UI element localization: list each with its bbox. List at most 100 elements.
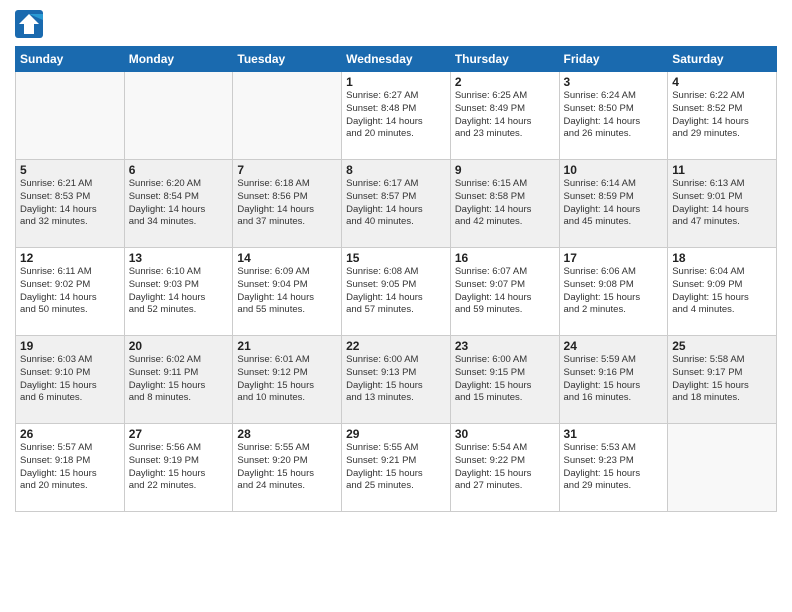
table-row: 21Sunrise: 6:01 AMSunset: 9:12 PMDayligh… <box>233 336 342 424</box>
table-row: 3Sunrise: 6:24 AMSunset: 8:50 PMDaylight… <box>559 72 668 160</box>
day-number: 14 <box>237 251 337 265</box>
table-row <box>233 72 342 160</box>
table-row: 30Sunrise: 5:54 AMSunset: 9:22 PMDayligh… <box>450 424 559 512</box>
page-header <box>15 10 777 38</box>
table-row: 10Sunrise: 6:14 AMSunset: 8:59 PMDayligh… <box>559 160 668 248</box>
day-info: Sunrise: 6:24 AMSunset: 8:50 PMDaylight:… <box>564 90 664 141</box>
table-row: 1Sunrise: 6:27 AMSunset: 8:48 PMDaylight… <box>342 72 451 160</box>
day-info: Sunrise: 6:17 AMSunset: 8:57 PMDaylight:… <box>346 178 446 229</box>
table-row: 26Sunrise: 5:57 AMSunset: 9:18 PMDayligh… <box>16 424 125 512</box>
day-info: Sunrise: 6:18 AMSunset: 8:56 PMDaylight:… <box>237 178 337 229</box>
day-number: 28 <box>237 427 337 441</box>
day-number: 15 <box>346 251 446 265</box>
table-row: 16Sunrise: 6:07 AMSunset: 9:07 PMDayligh… <box>450 248 559 336</box>
day-number: 17 <box>564 251 664 265</box>
day-number: 6 <box>129 163 229 177</box>
day-number: 12 <box>20 251 120 265</box>
day-info: Sunrise: 6:13 AMSunset: 9:01 PMDaylight:… <box>672 178 772 229</box>
day-number: 31 <box>564 427 664 441</box>
table-row: 2Sunrise: 6:25 AMSunset: 8:49 PMDaylight… <box>450 72 559 160</box>
calendar-page: Sunday Monday Tuesday Wednesday Thursday… <box>0 0 792 612</box>
day-info: Sunrise: 5:57 AMSunset: 9:18 PMDaylight:… <box>20 442 120 493</box>
day-number: 19 <box>20 339 120 353</box>
day-info: Sunrise: 6:20 AMSunset: 8:54 PMDaylight:… <box>129 178 229 229</box>
day-info: Sunrise: 6:15 AMSunset: 8:58 PMDaylight:… <box>455 178 555 229</box>
day-number: 9 <box>455 163 555 177</box>
day-info: Sunrise: 6:25 AMSunset: 8:49 PMDaylight:… <box>455 90 555 141</box>
day-number: 2 <box>455 75 555 89</box>
calendar-week-row: 5Sunrise: 6:21 AMSunset: 8:53 PMDaylight… <box>16 160 777 248</box>
table-row: 11Sunrise: 6:13 AMSunset: 9:01 PMDayligh… <box>668 160 777 248</box>
table-row <box>668 424 777 512</box>
day-info: Sunrise: 5:56 AMSunset: 9:19 PMDaylight:… <box>129 442 229 493</box>
day-number: 3 <box>564 75 664 89</box>
day-info: Sunrise: 6:09 AMSunset: 9:04 PMDaylight:… <box>237 266 337 317</box>
header-monday: Monday <box>124 47 233 72</box>
day-number: 8 <box>346 163 446 177</box>
table-row: 18Sunrise: 6:04 AMSunset: 9:09 PMDayligh… <box>668 248 777 336</box>
calendar-week-row: 26Sunrise: 5:57 AMSunset: 9:18 PMDayligh… <box>16 424 777 512</box>
table-row <box>124 72 233 160</box>
header-wednesday: Wednesday <box>342 47 451 72</box>
table-row: 23Sunrise: 6:00 AMSunset: 9:15 PMDayligh… <box>450 336 559 424</box>
day-number: 25 <box>672 339 772 353</box>
table-row: 7Sunrise: 6:18 AMSunset: 8:56 PMDaylight… <box>233 160 342 248</box>
day-info: Sunrise: 6:08 AMSunset: 9:05 PMDaylight:… <box>346 266 446 317</box>
header-sunday: Sunday <box>16 47 125 72</box>
day-number: 22 <box>346 339 446 353</box>
day-info: Sunrise: 6:02 AMSunset: 9:11 PMDaylight:… <box>129 354 229 405</box>
day-info: Sunrise: 5:54 AMSunset: 9:22 PMDaylight:… <box>455 442 555 493</box>
header-friday: Friday <box>559 47 668 72</box>
table-row: 20Sunrise: 6:02 AMSunset: 9:11 PMDayligh… <box>124 336 233 424</box>
day-info: Sunrise: 6:00 AMSunset: 9:13 PMDaylight:… <box>346 354 446 405</box>
day-info: Sunrise: 6:04 AMSunset: 9:09 PMDaylight:… <box>672 266 772 317</box>
day-number: 30 <box>455 427 555 441</box>
table-row: 12Sunrise: 6:11 AMSunset: 9:02 PMDayligh… <box>16 248 125 336</box>
day-info: Sunrise: 5:58 AMSunset: 9:17 PMDaylight:… <box>672 354 772 405</box>
day-number: 13 <box>129 251 229 265</box>
table-row: 17Sunrise: 6:06 AMSunset: 9:08 PMDayligh… <box>559 248 668 336</box>
day-number: 16 <box>455 251 555 265</box>
table-row: 25Sunrise: 5:58 AMSunset: 9:17 PMDayligh… <box>668 336 777 424</box>
table-row: 29Sunrise: 5:55 AMSunset: 9:21 PMDayligh… <box>342 424 451 512</box>
table-row: 15Sunrise: 6:08 AMSunset: 9:05 PMDayligh… <box>342 248 451 336</box>
day-info: Sunrise: 6:27 AMSunset: 8:48 PMDaylight:… <box>346 90 446 141</box>
day-info: Sunrise: 6:22 AMSunset: 8:52 PMDaylight:… <box>672 90 772 141</box>
day-number: 5 <box>20 163 120 177</box>
calendar-header-row: Sunday Monday Tuesday Wednesday Thursday… <box>16 47 777 72</box>
table-row: 24Sunrise: 5:59 AMSunset: 9:16 PMDayligh… <box>559 336 668 424</box>
table-row: 9Sunrise: 6:15 AMSunset: 8:58 PMDaylight… <box>450 160 559 248</box>
calendar-table: Sunday Monday Tuesday Wednesday Thursday… <box>15 46 777 512</box>
day-info: Sunrise: 6:03 AMSunset: 9:10 PMDaylight:… <box>20 354 120 405</box>
header-saturday: Saturday <box>668 47 777 72</box>
calendar-week-row: 12Sunrise: 6:11 AMSunset: 9:02 PMDayligh… <box>16 248 777 336</box>
day-info: Sunrise: 6:14 AMSunset: 8:59 PMDaylight:… <box>564 178 664 229</box>
day-number: 21 <box>237 339 337 353</box>
calendar-week-row: 19Sunrise: 6:03 AMSunset: 9:10 PMDayligh… <box>16 336 777 424</box>
header-thursday: Thursday <box>450 47 559 72</box>
day-info: Sunrise: 6:00 AMSunset: 9:15 PMDaylight:… <box>455 354 555 405</box>
table-row: 8Sunrise: 6:17 AMSunset: 8:57 PMDaylight… <box>342 160 451 248</box>
day-info: Sunrise: 6:01 AMSunset: 9:12 PMDaylight:… <box>237 354 337 405</box>
day-number: 27 <box>129 427 229 441</box>
day-number: 23 <box>455 339 555 353</box>
logo <box>15 10 49 38</box>
day-number: 26 <box>20 427 120 441</box>
day-number: 7 <box>237 163 337 177</box>
table-row: 5Sunrise: 6:21 AMSunset: 8:53 PMDaylight… <box>16 160 125 248</box>
logo-icon <box>15 10 43 38</box>
day-info: Sunrise: 6:06 AMSunset: 9:08 PMDaylight:… <box>564 266 664 317</box>
header-tuesday: Tuesday <box>233 47 342 72</box>
table-row: 6Sunrise: 6:20 AMSunset: 8:54 PMDaylight… <box>124 160 233 248</box>
table-row <box>16 72 125 160</box>
day-info: Sunrise: 6:07 AMSunset: 9:07 PMDaylight:… <box>455 266 555 317</box>
table-row: 14Sunrise: 6:09 AMSunset: 9:04 PMDayligh… <box>233 248 342 336</box>
day-number: 4 <box>672 75 772 89</box>
table-row: 13Sunrise: 6:10 AMSunset: 9:03 PMDayligh… <box>124 248 233 336</box>
table-row: 19Sunrise: 6:03 AMSunset: 9:10 PMDayligh… <box>16 336 125 424</box>
table-row: 4Sunrise: 6:22 AMSunset: 8:52 PMDaylight… <box>668 72 777 160</box>
day-number: 24 <box>564 339 664 353</box>
table-row: 31Sunrise: 5:53 AMSunset: 9:23 PMDayligh… <box>559 424 668 512</box>
day-number: 20 <box>129 339 229 353</box>
table-row: 22Sunrise: 6:00 AMSunset: 9:13 PMDayligh… <box>342 336 451 424</box>
